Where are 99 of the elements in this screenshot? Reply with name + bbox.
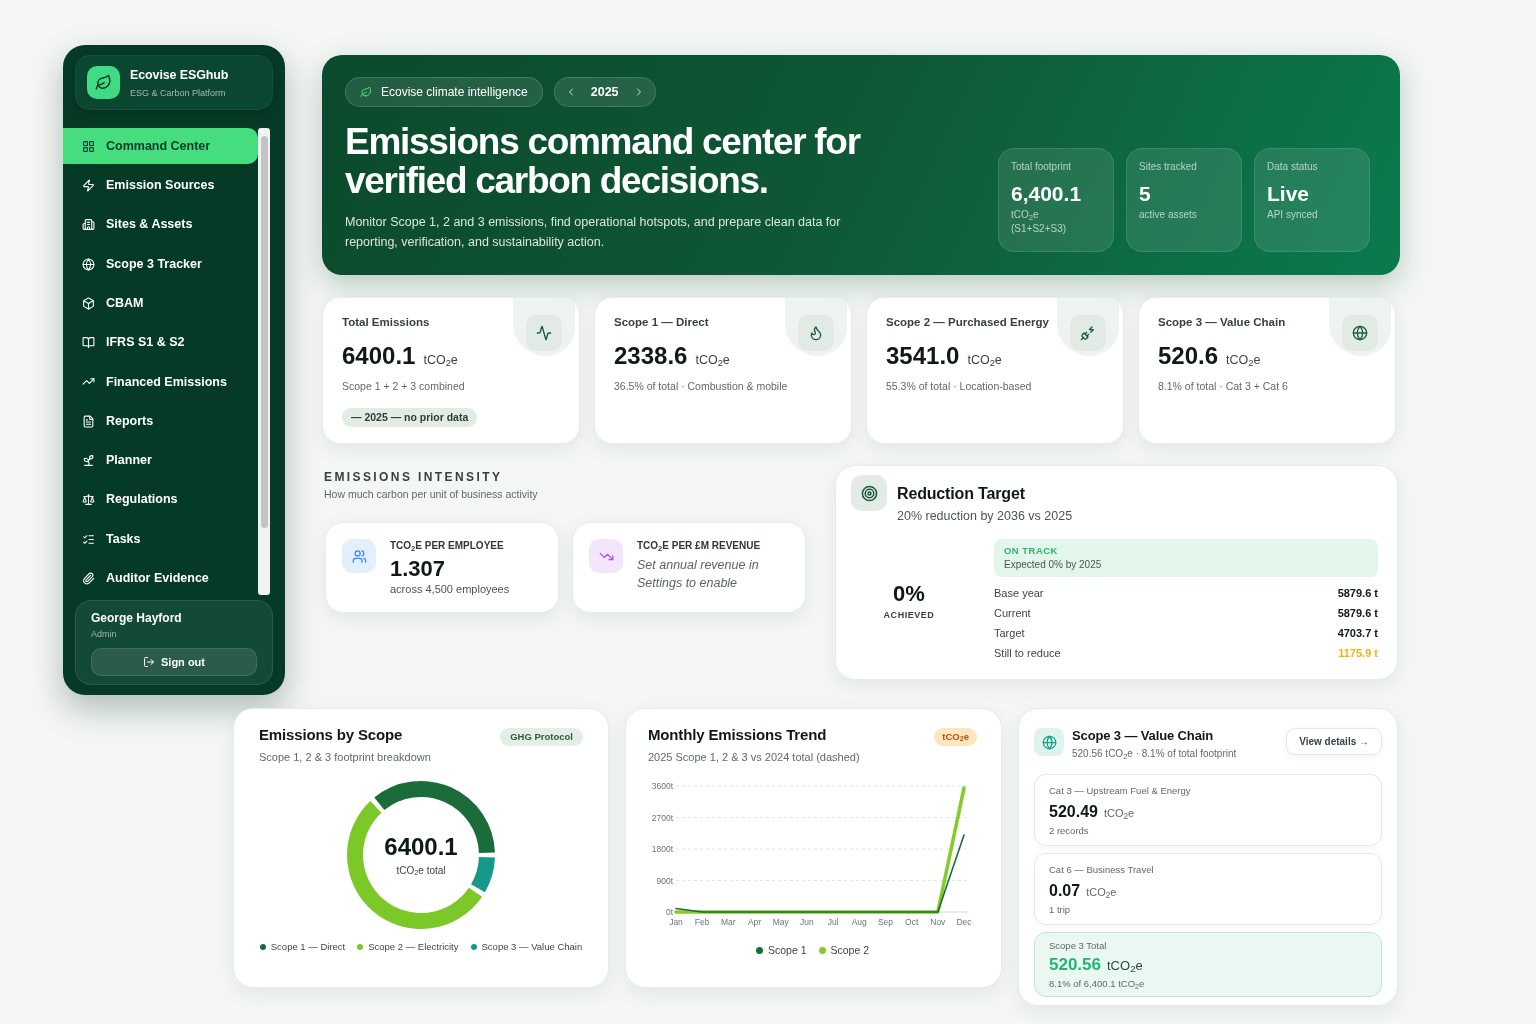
metric-note: 8.1% of total · Cat 3 + Cat 6	[1158, 379, 1288, 394]
metric-note: 36.5% of total · Combustion & mobile	[614, 379, 788, 394]
metric-unit: tCO$_{2}$e	[423, 352, 458, 370]
category-note: 8.1% of 6,400.1 tCO$_{2}$e	[1049, 977, 1145, 990]
intensity-label: TCO$_{2}$E PER £M REVENUE	[637, 539, 761, 553]
category-label: Scope 3 Total	[1049, 939, 1107, 952]
axis-tick-label: 0t	[665, 907, 673, 917]
axis-tick-label: Feb	[694, 917, 710, 927]
category-value: 520.49	[1049, 802, 1098, 822]
card-title: Emissions by Scope	[259, 725, 403, 745]
stat-value: 5	[1139, 182, 1151, 206]
achieved-percent: 0%	[893, 581, 925, 607]
hero-title: Emissions command center for verified carbon decisions.	[345, 122, 862, 200]
row-value: 5879.6 t	[1337, 585, 1378, 601]
category-unit: tCO$_{2}$e	[1107, 957, 1143, 976]
comparison-badge: — 2025 — no prior data	[342, 408, 478, 427]
hero-description: Monitor Scope 1, 2 and 3 emissions, find operational hotspots, and prepare clean data for reporting, verification, and sustainability action.	[345, 214, 842, 251]
user-role: Admin	[91, 628, 117, 640]
axis-tick-label: Jun	[800, 917, 814, 927]
card-title: Scope 3 — Value Chain	[1072, 728, 1214, 744]
axis-tick-label: 900t	[656, 875, 673, 886]
legend-label: Scope 1	[767, 943, 807, 957]
row-value: 1175.9 t	[1338, 645, 1378, 661]
status-label: ON TRACK	[1004, 544, 1058, 557]
card-subtitle: 20% reduction by 2036 vs 2025	[897, 508, 1073, 524]
row-label: Base year	[994, 585, 1044, 601]
metric-note: 55.3% of total · Location-based	[886, 379, 1032, 394]
stat-label: Sites tracked	[1139, 160, 1197, 174]
metric-value: 6400.1	[342, 342, 416, 370]
metric-title: Scope 1 — Direct	[614, 315, 709, 329]
card-title: Reduction Target	[897, 484, 1025, 504]
intensity-note: Set annual revenue in Settings to enable	[637, 557, 760, 592]
legend-label: Scope 2	[830, 943, 870, 957]
status-detail: Expected 0% by 2025	[1004, 558, 1102, 571]
axis-tick-label: Mar	[721, 917, 736, 927]
stat-caption: active assets	[1139, 208, 1197, 222]
category-label: Cat 3 — Upstream Fuel & Energy	[1049, 784, 1191, 797]
stat-value: 6,400.1	[1011, 182, 1082, 206]
year-label: 2025	[590, 83, 619, 101]
card-subtitle: Scope 1, 2 & 3 footprint breakdown	[259, 750, 431, 764]
axis-tick-label: Jan	[669, 917, 683, 927]
unit-badge: tCO$_{2}$e	[934, 728, 977, 746]
legend-label: Scope 3 — Value Chain	[481, 940, 583, 954]
row-value: 5879.6 t	[1337, 605, 1378, 621]
row-label: Still to reduce	[994, 645, 1061, 661]
achieved-label: ACHIEVED	[883, 609, 935, 621]
metric-title: Scope 3 — Value Chain	[1158, 315, 1286, 329]
category-note: 2 records	[1049, 824, 1089, 837]
category-value: 520.56	[1049, 954, 1101, 976]
unit-badge: GHG Protocol	[500, 728, 583, 746]
donut-total: 6400.1	[384, 832, 458, 861]
axis-tick-label: Jul	[827, 917, 839, 927]
section-heading: EMISSIONS INTENSITY	[324, 469, 503, 485]
section-subtitle: How much carbon per unit of business activity	[324, 487, 538, 501]
metric-unit: tCO$_{2}$e	[695, 352, 730, 370]
metric-note: Scope 1 + 2 + 3 combined	[342, 379, 465, 394]
intensity-note: across 4,500 employees	[390, 582, 510, 596]
metric-unit: tCO$_{2}$e	[967, 352, 1002, 370]
stat-caption: tCO$_{2}$e (S1+S2+S3)	[1011, 208, 1068, 236]
intensity-label: TCO$_{2}$E PER EMPLOYEE	[390, 539, 504, 553]
stat-value: Live	[1267, 182, 1310, 206]
metric-value: 3541.0	[886, 342, 960, 370]
card-subtitle: 520.56 tCO$_{2}$e · 8.1% of total footprint	[1072, 747, 1237, 760]
brand-name: Ecovise ESGhub	[130, 66, 229, 83]
axis-tick-label: Oct	[905, 917, 919, 927]
axis-tick-label: 2700t	[651, 812, 673, 823]
donut-total-label: tCO$_{2}$e total	[396, 863, 446, 878]
category-unit: tCO$_{2}$e	[1103, 806, 1135, 822]
axis-tick-label: Aug	[851, 917, 867, 927]
brand-tagline: ESG & Carbon Platform	[130, 86, 226, 99]
row-label: Target	[994, 625, 1025, 641]
metric-title: Scope 2 — Purchased Energy	[886, 315, 1049, 329]
axis-tick-label: Dec	[956, 917, 972, 927]
axis-tick-label: Sep	[877, 917, 893, 927]
metric-title: Total Emissions	[342, 315, 430, 329]
category-value: 0.07	[1049, 881, 1081, 901]
legend-label: Scope 1 — Direct	[270, 940, 346, 954]
stat-caption: API synced	[1267, 208, 1318, 222]
user-name: George Hayford	[91, 610, 182, 626]
row-value: 4703.7 t	[1337, 625, 1378, 641]
category-unit: tCO$_{2}$e	[1086, 885, 1117, 901]
metric-value: 520.6	[1158, 342, 1219, 370]
row-label: Current	[994, 605, 1031, 621]
axis-tick-label: May	[772, 917, 789, 927]
axis-tick-label: 1800t	[651, 844, 673, 854]
metric-value: 2338.6	[614, 342, 688, 370]
category-note: 1 trip	[1049, 903, 1071, 916]
category-label: Cat 6 — Business Travel	[1049, 863, 1154, 876]
intensity-value: 1.307	[390, 557, 446, 581]
stat-label: Data status	[1267, 160, 1318, 174]
metric-unit: tCO$_{2}$e	[1226, 352, 1261, 370]
legend-label: Scope 2 — Electricity	[368, 940, 459, 954]
axis-tick-label: Apr	[747, 917, 762, 927]
tagline-text: Ecovise climate intelligence	[381, 84, 528, 101]
axis-tick-label: Nov	[930, 917, 946, 927]
card-subtitle: 2025 Scope 1, 2 & 3 vs 2024 total (dashed)	[648, 750, 860, 764]
axis-tick-label: 3600t	[651, 781, 673, 791]
card-title: Monthly Emissions Trend	[648, 725, 827, 745]
stat-label: Total footprint	[1011, 160, 1072, 174]
